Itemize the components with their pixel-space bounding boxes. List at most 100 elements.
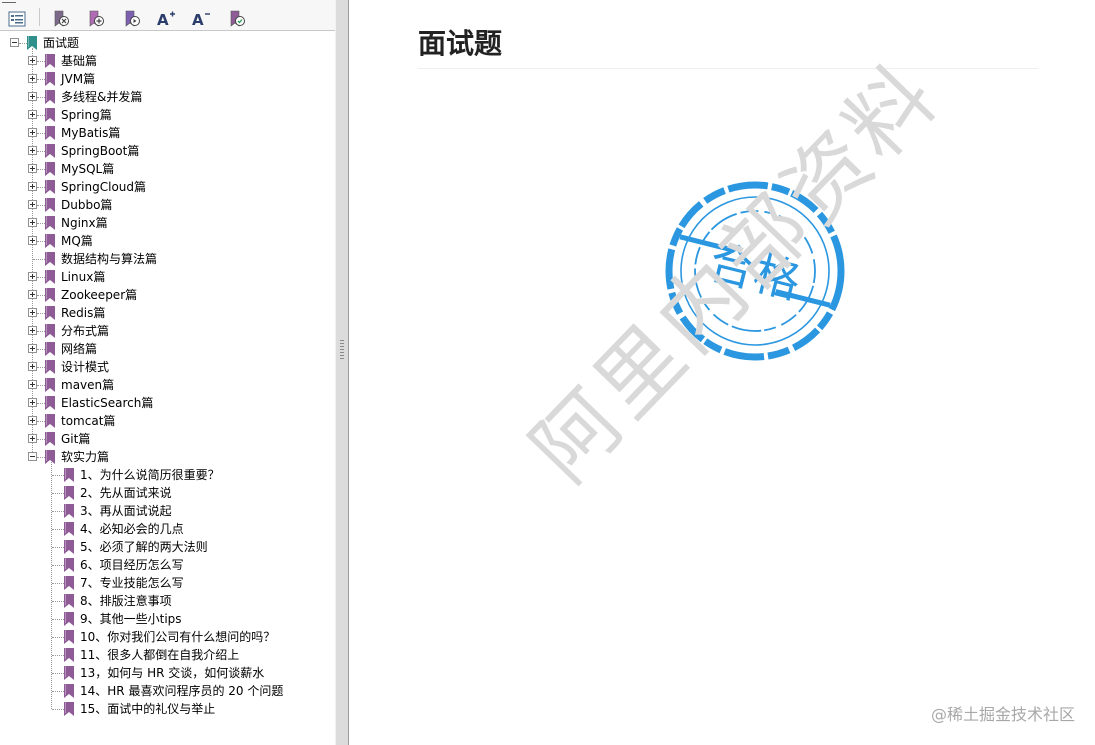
expand-toggle[interactable] [28, 236, 37, 245]
tree-item-label: 设计模式 [61, 360, 110, 374]
expand-toggle[interactable] [28, 416, 37, 425]
tree-child-item[interactable]: 3、再从面试说起 [76, 502, 172, 520]
tree-item[interactable]: JVM篇 [57, 70, 95, 88]
tree-item[interactable]: maven篇 [57, 376, 114, 394]
bookmark-icon [45, 234, 55, 248]
tree-item[interactable]: 多线程&并发篇 [57, 88, 142, 106]
tree-child-item[interactable]: 7、专业技能怎么写 [76, 574, 184, 592]
font-increase-icon[interactable]: A [155, 9, 177, 29]
tree-child-item[interactable]: 4、必知必会的几点 [76, 520, 184, 538]
tree-item-label: Redis篇 [61, 306, 106, 320]
tree-item[interactable]: 分布式篇 [57, 322, 109, 340]
window-edge [0, 0, 335, 4]
tree-connector [37, 115, 45, 116]
expand-toggle[interactable] [28, 200, 37, 209]
tree-item[interactable]: Dubbo篇 [57, 196, 112, 214]
tree-item[interactable]: tomcat篇 [57, 412, 115, 430]
bookmark-goto-icon[interactable] [121, 9, 143, 29]
tree-child-item[interactable]: 8、排版注意事项 [76, 592, 172, 610]
bookmark-icon [45, 108, 55, 122]
tree-child-item[interactable]: 15、面试中的礼仪与举止 [76, 700, 215, 718]
tree-item[interactable]: Redis篇 [57, 304, 105, 322]
tree-item[interactable]: SpringCloud篇 [57, 178, 146, 196]
tree-child-item[interactable]: 1、为什么说简历很重要？ [76, 466, 220, 484]
tree-child-label: 9、其他一些小tips [80, 612, 182, 626]
tree-item[interactable]: Nginx篇 [57, 214, 108, 232]
tree-child-item[interactable]: 9、其他一些小tips [76, 610, 182, 628]
tree-child-label: 13，如何与 HR 交谈，如何谈薪水 [80, 666, 265, 680]
bookmark-icon [45, 396, 55, 410]
expand-toggle[interactable] [28, 290, 37, 299]
tree-item[interactable]: 基础篇 [57, 52, 97, 70]
expand-toggle[interactable] [28, 218, 37, 227]
outline-view-icon[interactable] [6, 9, 28, 29]
bookmark-icon [45, 378, 55, 392]
expand-toggle[interactable] [28, 308, 37, 317]
tree-item[interactable]: Zookeeper篇 [57, 286, 137, 304]
tree-child-item[interactable]: 2、先从面试来说 [76, 484, 172, 502]
tree-connector [37, 133, 45, 134]
expand-toggle[interactable] [28, 146, 37, 155]
tree-item[interactable]: 设计模式 [57, 358, 109, 376]
tree-connector [19, 43, 27, 44]
tree-child-item[interactable]: 13，如何与 HR 交谈，如何谈薪水 [76, 664, 264, 682]
tree-child-item[interactable]: 14、HR 最喜欢问程序员的 20 个问题 [76, 682, 283, 700]
tree-child-label: 5、必须了解的两大法则 [80, 540, 208, 554]
bookmark-icon [64, 666, 74, 680]
expand-toggle[interactable] [28, 344, 37, 353]
collapse-toggle[interactable] [10, 38, 19, 47]
expand-toggle[interactable] [28, 398, 37, 407]
tree-child-label: 8、排版注意事项 [80, 594, 172, 608]
tree-connector [37, 79, 45, 80]
tree-connector [52, 565, 64, 566]
tree-item[interactable]: Git篇 [57, 430, 90, 448]
tree-item[interactable]: Linux篇 [57, 268, 105, 286]
tree-item[interactable]: 软实力篇 [57, 448, 109, 466]
splitter-grip[interactable] [340, 340, 344, 360]
bookmark-properties-icon[interactable] [226, 9, 248, 29]
tree-item[interactable]: ElasticSearch篇 [57, 394, 153, 412]
tree-item-label: MyBatis篇 [61, 126, 121, 140]
tree-child-item[interactable]: 10、你对我们公司有什么想问的吗？ [76, 628, 275, 646]
bookmark-remove-icon[interactable] [50, 9, 72, 29]
tree-child-label: 1、为什么说简历很重要？ [80, 468, 220, 482]
tree-item[interactable]: 数据结构与算法篇 [57, 250, 157, 268]
expand-toggle[interactable] [28, 74, 37, 83]
expand-toggle[interactable] [28, 272, 37, 281]
tree-child-item[interactable]: 6、项目经历怎么写 [76, 556, 184, 574]
tree-root[interactable]: 面试题 [39, 34, 79, 52]
tree-connector [37, 457, 45, 458]
expand-toggle[interactable] [28, 110, 37, 119]
tree-item[interactable]: MyBatis篇 [57, 124, 120, 142]
expand-toggle[interactable] [28, 380, 37, 389]
expand-toggle[interactable] [28, 326, 37, 335]
expand-toggle[interactable] [28, 128, 37, 137]
bookmark-icon [64, 576, 74, 590]
expand-toggle[interactable] [28, 434, 37, 443]
tree-item[interactable]: MQ篇 [57, 232, 93, 250]
tree-child-item[interactable]: 11、很多人都倒在自我介绍上 [76, 646, 239, 664]
expand-toggle[interactable] [28, 362, 37, 371]
bookmark-icon [45, 342, 55, 356]
tree-item[interactable]: Spring篇 [57, 106, 112, 124]
tree-item-label: Zookeeper篇 [61, 288, 138, 302]
expand-toggle[interactable] [28, 164, 37, 173]
font-decrease-icon[interactable]: A [190, 9, 212, 29]
tree-item-label: Dubbo篇 [61, 198, 113, 212]
tree-child-label: 2、先从面试来说 [80, 486, 172, 500]
bookmark-add-icon[interactable] [85, 9, 107, 29]
panel-splitter[interactable] [335, 0, 349, 745]
tree-item[interactable]: SpringBoot篇 [57, 142, 139, 160]
expand-toggle[interactable] [28, 56, 37, 65]
expand-toggle[interactable] [28, 182, 37, 191]
tree-child-item[interactable]: 5、必须了解的两大法则 [76, 538, 208, 556]
tree-item[interactable]: 网络篇 [57, 340, 97, 358]
tree-item-label: Spring篇 [61, 108, 112, 122]
bookmark-icon [45, 54, 55, 68]
tree-connector [52, 601, 64, 602]
tree-item-label: SpringCloud篇 [61, 180, 147, 194]
tree-item[interactable]: MySQL篇 [57, 160, 114, 178]
tree-connector [37, 205, 45, 206]
collapse-toggle[interactable] [28, 452, 37, 461]
expand-toggle[interactable] [28, 92, 37, 101]
